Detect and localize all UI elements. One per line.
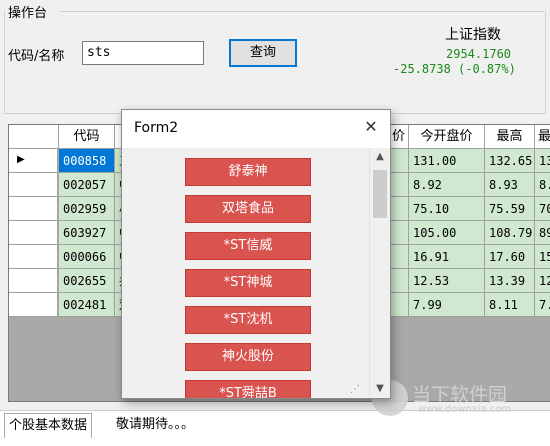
- panel-title: 操作台: [8, 6, 48, 21]
- scroll-up-icon[interactable]: ▲: [370, 148, 390, 166]
- stock-button[interactable]: *ST神城: [185, 269, 311, 297]
- cell-open[interactable]: 75.10: [409, 197, 485, 221]
- cell-high[interactable]: 8.93: [485, 173, 535, 197]
- stock-button[interactable]: 舒泰神: [185, 158, 311, 186]
- current-row-marker-icon: ▶: [17, 154, 25, 165]
- cell-low[interactable]: 89: [535, 221, 550, 245]
- tab-coming-soon[interactable]: 敬请期待。。。: [112, 413, 198, 437]
- cell-low[interactable]: 13: [535, 149, 550, 173]
- cell-price[interactable]: [389, 245, 409, 269]
- index-change: -25.8738 (-0.87%): [393, 62, 516, 76]
- stock-button[interactable]: 神火股份: [185, 343, 311, 371]
- cell-low[interactable]: 12: [535, 269, 550, 293]
- cell-high[interactable]: 75.59: [485, 197, 535, 221]
- cell-high[interactable]: 13.39: [485, 269, 535, 293]
- row-header[interactable]: [9, 173, 58, 197]
- stock-button[interactable]: 双塔食品: [185, 195, 311, 223]
- stock-button[interactable]: *ST沈机: [185, 306, 311, 334]
- column-header-code[interactable]: 代码: [59, 125, 115, 149]
- cell-code[interactable]: 002057: [59, 173, 115, 197]
- cell-open[interactable]: 8.92: [409, 173, 485, 197]
- column-header-high[interactable]: 最高: [485, 125, 535, 149]
- column-header-price[interactable]: 价: [389, 125, 409, 149]
- close-icon[interactable]: ✕: [358, 114, 384, 140]
- cell-high[interactable]: 17.60: [485, 245, 535, 269]
- row-header[interactable]: [9, 245, 58, 269]
- index-title: 上证指数: [445, 27, 501, 43]
- cell-code[interactable]: 000858: [59, 149, 115, 173]
- code-input[interactable]: sts: [82, 41, 204, 65]
- column-header-open[interactable]: 今开盘价: [409, 125, 485, 149]
- row-header[interactable]: [9, 269, 58, 293]
- query-button[interactable]: 查询: [229, 39, 297, 67]
- cell-open[interactable]: 7.99: [409, 293, 485, 317]
- code-label: 代码/名称: [8, 49, 65, 64]
- row-header[interactable]: [9, 221, 58, 245]
- cell-price[interactable]: [389, 293, 409, 317]
- form2-dialog: Form2 ✕ 舒泰神双塔食品 *ST信威 *ST神城 *ST沈机神火股份 *ST舜喆B…: [121, 109, 391, 399]
- cell-price[interactable]: [389, 269, 409, 293]
- grid-corner: [9, 125, 59, 149]
- cell-code[interactable]: 000066: [59, 245, 115, 269]
- cell-high[interactable]: 108.79: [485, 221, 535, 245]
- cell-low[interactable]: 8.: [535, 173, 550, 197]
- index-value: 2954.1760: [446, 47, 512, 61]
- tab-stock-basic-data[interactable]: 个股基本数据: [4, 413, 93, 438]
- dialog-title: Form2: [134, 120, 179, 136]
- cell-price[interactable]: [389, 173, 409, 197]
- cell-high[interactable]: 132.65: [485, 149, 535, 173]
- cell-low[interactable]: 7.: [535, 293, 550, 317]
- stock-button[interactable]: *ST信威: [185, 232, 311, 260]
- cell-code[interactable]: 002655: [59, 269, 115, 293]
- scroll-thumb[interactable]: [373, 170, 387, 218]
- cell-price[interactable]: [389, 149, 409, 173]
- scroll-down-icon[interactable]: ▼: [370, 380, 390, 398]
- vertical-scrollbar[interactable]: ▲ ▼: [369, 148, 390, 398]
- cell-price[interactable]: [389, 221, 409, 245]
- cell-code[interactable]: 002481: [59, 293, 115, 317]
- watermark-url: www.downxia.com: [418, 404, 512, 415]
- cell-open[interactable]: 12.53: [409, 269, 485, 293]
- cell-low[interactable]: 15: [535, 245, 550, 269]
- row-header[interactable]: ▶: [9, 149, 58, 173]
- column-header-low[interactable]: 最: [535, 125, 550, 149]
- dialog-body: 舒泰神双塔食品 *ST信威 *ST神城 *ST沈机神火股份 *ST舜喆B ▲ ▼ ⋰: [122, 148, 390, 398]
- cell-high[interactable]: 8.11: [485, 293, 535, 317]
- cell-code[interactable]: 603927: [59, 221, 115, 245]
- cell-open[interactable]: 131.00: [409, 149, 485, 173]
- row-header[interactable]: [9, 293, 58, 317]
- stock-button[interactable]: *ST舜喆B: [185, 380, 311, 398]
- cell-low[interactable]: 70: [535, 197, 550, 221]
- cell-price[interactable]: [389, 197, 409, 221]
- cell-open[interactable]: 16.91: [409, 245, 485, 269]
- resize-grip-icon[interactable]: ⋰: [350, 384, 364, 396]
- cell-open[interactable]: 105.00: [409, 221, 485, 245]
- cell-code[interactable]: 002959: [59, 197, 115, 221]
- row-header[interactable]: [9, 197, 58, 221]
- watermark-text: 当下软件园: [412, 384, 508, 406]
